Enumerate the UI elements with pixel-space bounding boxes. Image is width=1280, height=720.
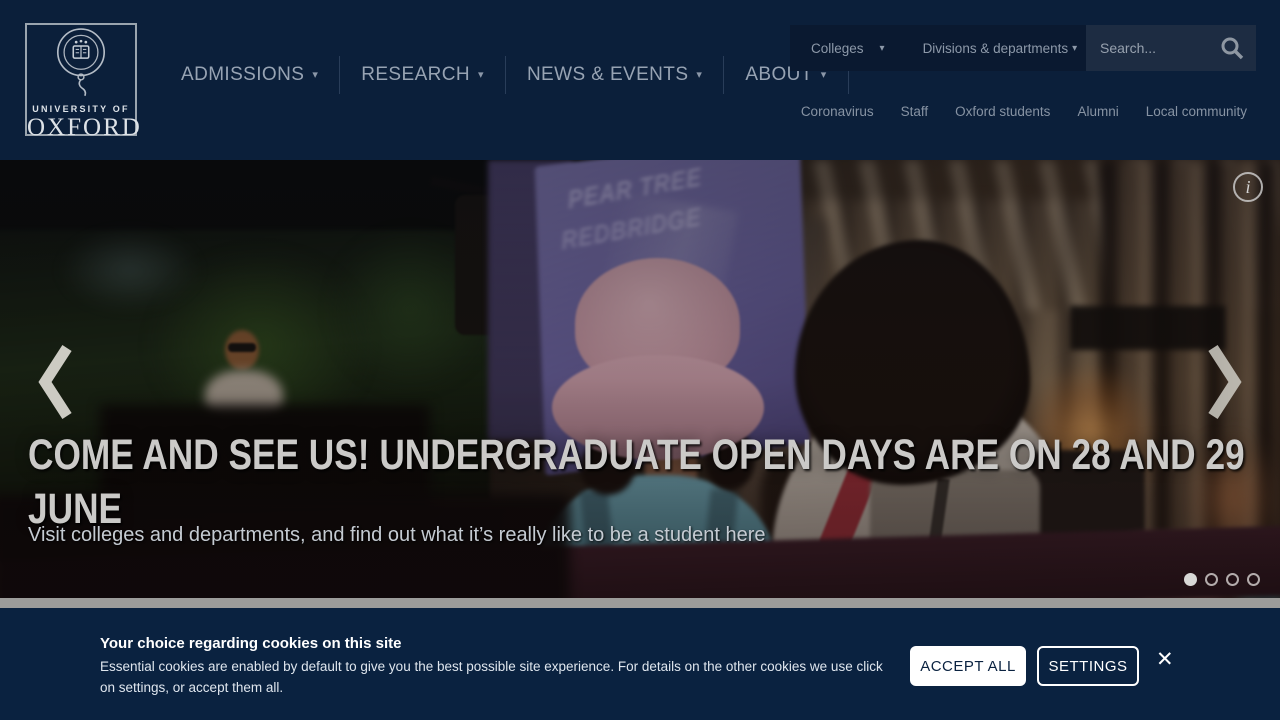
- image-info-icon[interactable]: i: [1233, 172, 1263, 202]
- chevron-down-icon: ▾: [880, 43, 885, 54]
- audience-nav: Coronavirus Staff Oxford students Alumni…: [801, 104, 1247, 119]
- chevron-down-icon: ▾: [312, 69, 318, 81]
- link-alumni[interactable]: Alumni: [1077, 104, 1118, 119]
- carousel-prev-button[interactable]: [38, 343, 72, 424]
- cookie-banner-title: Your choice regarding cookies on this si…: [100, 635, 401, 652]
- site-header: UNIVERSITY OF OXFORD ADMISSIONS▾ RESEARC…: [0, 0, 1280, 160]
- close-icon[interactable]: ✕: [1150, 646, 1180, 673]
- hero-subtitle: Visit colleges and departments, and find…: [28, 524, 765, 547]
- nav-item-admissions[interactable]: ADMISSIONS▾: [160, 56, 340, 94]
- nav-item-research[interactable]: RESEARCH▾: [340, 56, 506, 94]
- nav-item-news-events[interactable]: NEWS & EVENTS▾: [506, 56, 724, 94]
- main-nav: ADMISSIONS▾ RESEARCH▾ NEWS & EVENTS▾ ABO…: [160, 56, 849, 94]
- colleges-dropdown[interactable]: Colleges: [811, 41, 864, 56]
- link-coronavirus[interactable]: Coronavirus: [801, 104, 874, 119]
- logo-text-oxford: OXFORD: [27, 114, 135, 142]
- hero-title: COME AND SEE US! UNDERGRADUATE OPEN DAYS…: [28, 428, 1280, 536]
- search-box: [1086, 25, 1256, 71]
- cookie-banner: Your choice regarding cookies on this si…: [0, 608, 1280, 720]
- accept-all-button[interactable]: ACCEPT ALL: [910, 646, 1026, 686]
- search-icon[interactable]: [1219, 35, 1245, 61]
- chevron-left-icon: [38, 343, 72, 421]
- logo-text-university-of: UNIVERSITY OF: [27, 104, 135, 114]
- link-oxford-students[interactable]: Oxford students: [955, 104, 1050, 119]
- link-staff[interactable]: Staff: [901, 104, 929, 119]
- cookie-banner-body: Essential cookies are enabled by default…: [100, 656, 900, 698]
- hero-title-line1: COME AND SEE US! UNDERGRADUATE OPEN DAYS…: [28, 428, 1245, 482]
- chevron-down-icon: ▾: [696, 69, 702, 81]
- settings-button[interactable]: SETTINGS: [1037, 646, 1139, 686]
- carousel-next-button[interactable]: [1208, 343, 1242, 424]
- oxford-crest-icon: [52, 25, 110, 97]
- quick-links-bar: Colleges ▾ Divisions & departments ▾: [790, 25, 1086, 71]
- divisions-departments-dropdown[interactable]: Divisions & departments: [923, 41, 1069, 56]
- link-local-community[interactable]: Local community: [1146, 104, 1247, 119]
- oxford-homepage: UNIVERSITY OF OXFORD ADMISSIONS▾ RESEARC…: [0, 0, 1280, 720]
- page-divider: [0, 598, 1280, 608]
- chevron-down-icon: ▾: [478, 69, 484, 81]
- carousel-dot-1[interactable]: [1184, 573, 1197, 586]
- oxford-logo[interactable]: UNIVERSITY OF OXFORD: [25, 23, 137, 136]
- carousel-dot-4[interactable]: [1247, 573, 1260, 586]
- chevron-down-icon: ▾: [1072, 43, 1077, 54]
- hero-carousel: PEAR TREE REDBRIDGE: [0, 160, 1280, 598]
- carousel-dot-3[interactable]: [1226, 573, 1239, 586]
- chevron-right-icon: [1208, 343, 1242, 421]
- carousel-dot-2[interactable]: [1205, 573, 1218, 586]
- search-input[interactable]: [1086, 40, 1219, 56]
- carousel-dots: [1184, 573, 1260, 586]
